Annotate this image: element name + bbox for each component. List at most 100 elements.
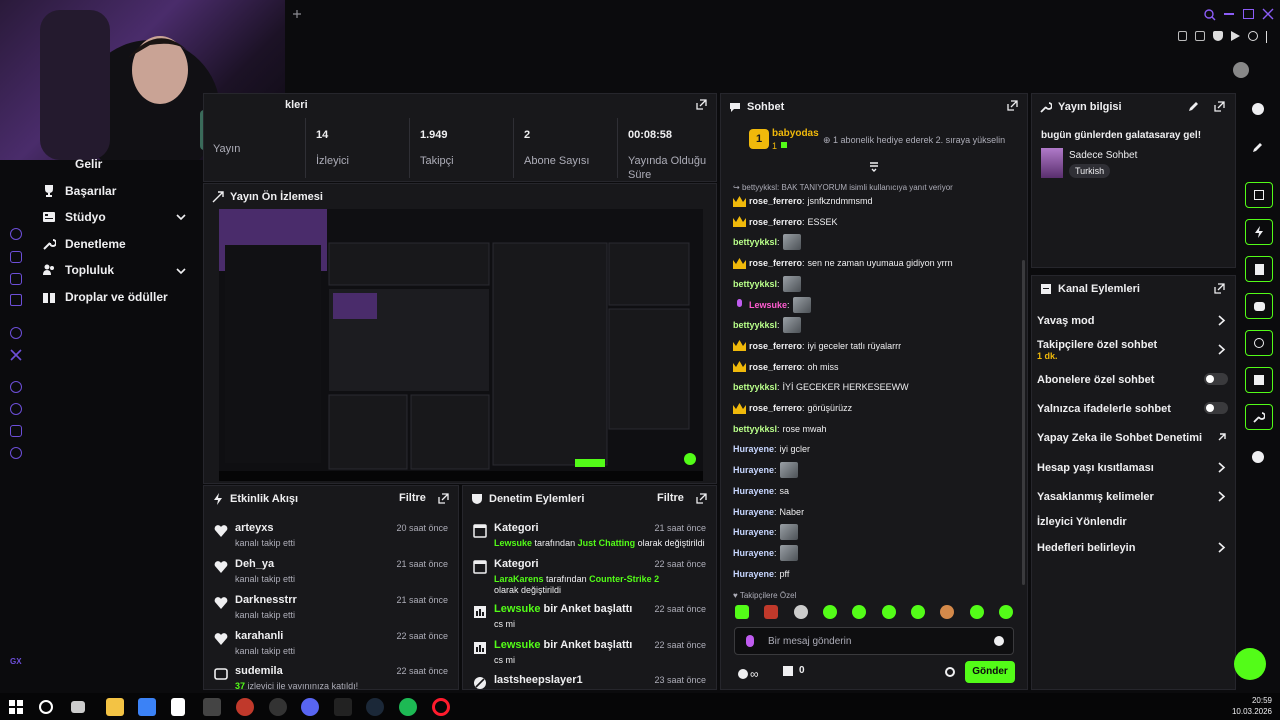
rail-screenshot-button[interactable] xyxy=(1245,182,1273,208)
chat-username[interactable]: Hurayene xyxy=(733,548,774,558)
chat-username[interactable]: Hurayene xyxy=(733,444,774,454)
rail-notes-button[interactable] xyxy=(1245,256,1273,282)
rail-bolt-button[interactable] xyxy=(1245,219,1273,245)
chevron-right-icon[interactable] xyxy=(1217,462,1226,473)
chat-username[interactable]: bettyykksl xyxy=(733,237,777,247)
rail-channel-button[interactable] xyxy=(1245,367,1273,393)
chat-emote[interactable] xyxy=(779,462,798,479)
chat-username[interactable]: Hurayene xyxy=(733,569,774,579)
nav-item-topluluk[interactable]: Topluluk xyxy=(42,260,114,280)
action-takipcilere-ozel[interactable]: Takipçilere özel sohbet xyxy=(1037,339,1157,351)
emote-icon[interactable] xyxy=(852,605,867,619)
popout-icon[interactable] xyxy=(696,493,707,504)
task-view-icon[interactable] xyxy=(71,701,85,713)
close-icon[interactable] xyxy=(1262,8,1274,20)
heart-icon[interactable] xyxy=(1248,31,1258,41)
chat-username[interactable]: Hurayene xyxy=(733,507,774,517)
collapse-icon[interactable] xyxy=(868,160,880,172)
chevron-down-icon[interactable] xyxy=(176,266,186,276)
support-headset-icon[interactable] xyxy=(1234,648,1266,680)
popout-icon[interactable] xyxy=(438,493,449,504)
chat-emote[interactable] xyxy=(779,544,798,561)
popout-icon[interactable] xyxy=(1214,101,1225,112)
chevron-down-icon[interactable] xyxy=(176,212,186,222)
chevron-right-icon[interactable] xyxy=(1217,491,1226,502)
nav-item-basarilar[interactable]: Başarılar xyxy=(42,181,116,201)
emote-icon[interactable] xyxy=(940,605,955,619)
chat-username[interactable]: rose_ferrero xyxy=(749,217,802,227)
opera-sidebar-icon[interactable] xyxy=(10,327,22,339)
stream-preview-video[interactable] xyxy=(219,209,703,481)
file-explorer-icon[interactable] xyxy=(106,698,124,716)
app-icon[interactable] xyxy=(236,698,254,716)
rail-chat-button[interactable] xyxy=(1245,293,1273,319)
abonelere-ozel-toggle[interactable] xyxy=(1204,373,1228,385)
profile-avatar[interactable] xyxy=(1233,62,1249,78)
chat-username[interactable]: Hurayene xyxy=(733,486,774,496)
chat-username[interactable]: Lewsuke xyxy=(749,300,787,310)
chat-emote[interactable] xyxy=(782,317,801,334)
app-icon[interactable] xyxy=(269,698,287,716)
x-twitter-icon[interactable] xyxy=(10,349,22,361)
emote-icon[interactable] xyxy=(793,605,808,619)
external-link-icon[interactable] xyxy=(1217,432,1226,443)
opera-sidebar-icon[interactable] xyxy=(10,228,22,240)
menu-icon[interactable] xyxy=(1266,31,1269,43)
chevron-right-icon[interactable] xyxy=(1217,315,1226,326)
emote-icon[interactable] xyxy=(735,605,749,619)
chat-username[interactable]: Hurayene xyxy=(733,527,774,537)
popout-icon[interactable] xyxy=(1007,100,1018,111)
emote-icon[interactable] xyxy=(910,605,925,619)
stream-category[interactable]: Sadece Sohbet xyxy=(1069,150,1137,161)
camera-icon[interactable] xyxy=(1195,31,1205,41)
app-icon[interactable] xyxy=(138,698,156,716)
opera-sidebar-icon[interactable] xyxy=(10,251,22,263)
rail-broadcast-button[interactable] xyxy=(1245,330,1273,356)
chat-username[interactable]: rose_ferrero xyxy=(749,341,802,351)
ifadelerle-sohbet-toggle[interactable] xyxy=(1204,402,1228,414)
popout-icon[interactable] xyxy=(696,99,707,110)
emote-icon[interactable] xyxy=(881,605,896,619)
action-izleyici-yonlendir[interactable]: İzleyici Yönlendir xyxy=(1037,516,1127,528)
chat-emote[interactable] xyxy=(792,296,811,313)
epic-games-icon[interactable] xyxy=(334,698,352,716)
rail-wrench-button[interactable] xyxy=(1245,404,1273,430)
chat-username[interactable]: rose_ferrero xyxy=(749,403,802,413)
chat-username[interactable]: bettyykksl xyxy=(733,382,777,392)
action-yasakli-kelimeler[interactable]: Yasaklanmış kelimeler xyxy=(1037,491,1154,503)
gifts-display[interactable]: 0 xyxy=(783,665,805,676)
steam-icon[interactable] xyxy=(366,698,384,716)
settings-icon[interactable] xyxy=(10,447,22,459)
chat-username[interactable]: bettyykksl xyxy=(733,424,777,434)
chat-emote[interactable] xyxy=(782,275,801,292)
history-icon[interactable] xyxy=(10,403,22,415)
app-icon[interactable] xyxy=(203,698,221,716)
chevron-right-icon[interactable] xyxy=(1217,344,1226,355)
chat-username[interactable]: rose_ferrero xyxy=(749,258,802,268)
search-icon[interactable] xyxy=(39,700,53,714)
nav-item-denetleme[interactable]: Denetleme xyxy=(42,234,126,254)
emote-icon[interactable] xyxy=(998,605,1013,619)
spotify-icon[interactable] xyxy=(399,698,417,716)
discord-icon[interactable] xyxy=(301,698,319,716)
chat-username[interactable]: Hurayene xyxy=(733,465,774,475)
opera-sidebar-icon[interactable] xyxy=(10,381,22,393)
action-yapay-zeka[interactable]: Yapay Zeka ile Sohbet Denetimi xyxy=(1037,432,1202,444)
chat-username[interactable]: rose_ferrero xyxy=(749,362,802,372)
emoji-icon[interactable] xyxy=(994,636,1004,646)
pinned-user[interactable]: babyodas xyxy=(772,128,819,139)
chat-username[interactable]: bettyykksl xyxy=(733,279,777,289)
points-display[interactable]: ∞ xyxy=(738,667,759,681)
nav-item-droplar[interactable]: Droplar ve ödüller xyxy=(42,287,168,307)
opera-gx-icon[interactable] xyxy=(432,698,450,716)
chevron-right-icon[interactable] xyxy=(1217,542,1226,553)
emote-icon[interactable] xyxy=(764,605,779,619)
chat-input[interactable]: Bir mesaj gönderin xyxy=(734,627,1014,655)
opera-sidebar-icon[interactable] xyxy=(10,425,22,437)
emote-icon[interactable] xyxy=(969,605,984,619)
points-icon[interactable] xyxy=(1252,451,1264,463)
emote-icon[interactable] xyxy=(822,605,837,619)
windows-start-icon[interactable] xyxy=(7,698,25,716)
minimize-icon[interactable] xyxy=(1224,13,1234,15)
chat-emote[interactable] xyxy=(782,234,801,251)
